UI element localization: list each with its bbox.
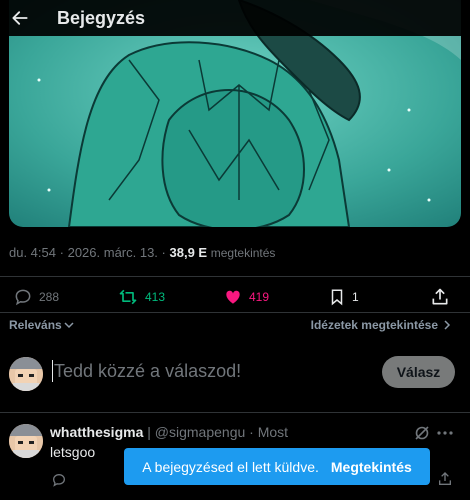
like-action[interactable]: 419 — [223, 284, 269, 310]
arrow-left-icon — [12, 11, 28, 25]
like-count: 419 — [249, 290, 270, 304]
action-bar: 288 413 419 1 — [0, 284, 470, 310]
reply-time[interactable]: Most — [258, 424, 288, 440]
reply-compose-input[interactable]: Tedd közzé a válaszod! — [52, 360, 241, 382]
reply-text: letsgoo — [50, 444, 96, 460]
reply-button[interactable]: Válasz — [382, 356, 455, 388]
repost-action[interactable]: 413 — [117, 284, 165, 310]
reply-action[interactable]: 288 — [13, 284, 59, 310]
text-caret — [52, 360, 53, 382]
bookmark-icon — [331, 289, 343, 306]
divider — [0, 312, 470, 313]
avatar[interactable] — [9, 357, 43, 391]
chevron-right-icon — [444, 320, 451, 330]
view-quotes-label: Idézetek megtekintése — [310, 318, 438, 332]
sort-dropdown[interactable]: Releváns — [9, 318, 74, 332]
comment-icon — [15, 289, 31, 306]
views-label: megtekintés — [210, 246, 276, 260]
reply-avatar[interactable] — [9, 424, 43, 458]
grok-icon[interactable] — [414, 425, 430, 441]
post-time[interactable]: du. 4:54 — [9, 245, 56, 260]
post-date[interactable]: 2026. márc. 13. — [68, 245, 158, 260]
share-action[interactable] — [430, 284, 450, 310]
reply-count: 288 — [39, 290, 60, 304]
page-title: Bejegyzés — [57, 7, 146, 28]
post-meta: du. 4:54 · 2026. márc. 13. · 38,9 E megt… — [9, 245, 275, 260]
more-icon[interactable] — [437, 430, 453, 436]
share-icon — [432, 288, 448, 305]
repost-count: 413 — [145, 290, 166, 304]
sort-row: Releváns Idézetek megtekintése — [0, 316, 470, 336]
reply-header: whatthesigma | @sigmapengu · Most — [50, 424, 288, 440]
share-icon[interactable] — [437, 471, 453, 487]
chevron-down-icon — [64, 322, 74, 329]
header-bar: Bejegyzés — [0, 0, 470, 36]
bookmark-action[interactable]: 1 — [328, 284, 359, 310]
view-quotes-link[interactable]: Idézetek megtekintése — [311, 318, 452, 332]
dot-separator: · — [245, 424, 258, 440]
divider — [0, 412, 470, 413]
back-button[interactable] — [0, 0, 40, 36]
meta-sep: · — [59, 245, 64, 260]
heart-icon — [226, 290, 240, 304]
comment-icon[interactable] — [51, 472, 67, 488]
toast-view-link[interactable]: Megtekintés — [331, 459, 412, 475]
sent-toast: A bejegyzésed el lett küldve. Megtekinté… — [124, 448, 430, 485]
views-count[interactable]: 38,9 E — [170, 245, 208, 260]
compose-placeholder: Tedd közzé a válaszod! — [54, 360, 242, 381]
divider — [0, 276, 470, 277]
reply-author-name[interactable]: whatthesigma — [50, 424, 143, 440]
toast-message: A bejegyzésed el lett küldve. — [142, 458, 319, 475]
bookmark-count: 1 — [352, 290, 359, 304]
repost-icon — [119, 289, 137, 305]
name-separator: | — [143, 424, 155, 440]
sort-label: Releváns — [9, 318, 62, 332]
meta-sep: · — [161, 245, 166, 260]
reply-author-handle[interactable]: @sigmapengu — [155, 424, 246, 440]
